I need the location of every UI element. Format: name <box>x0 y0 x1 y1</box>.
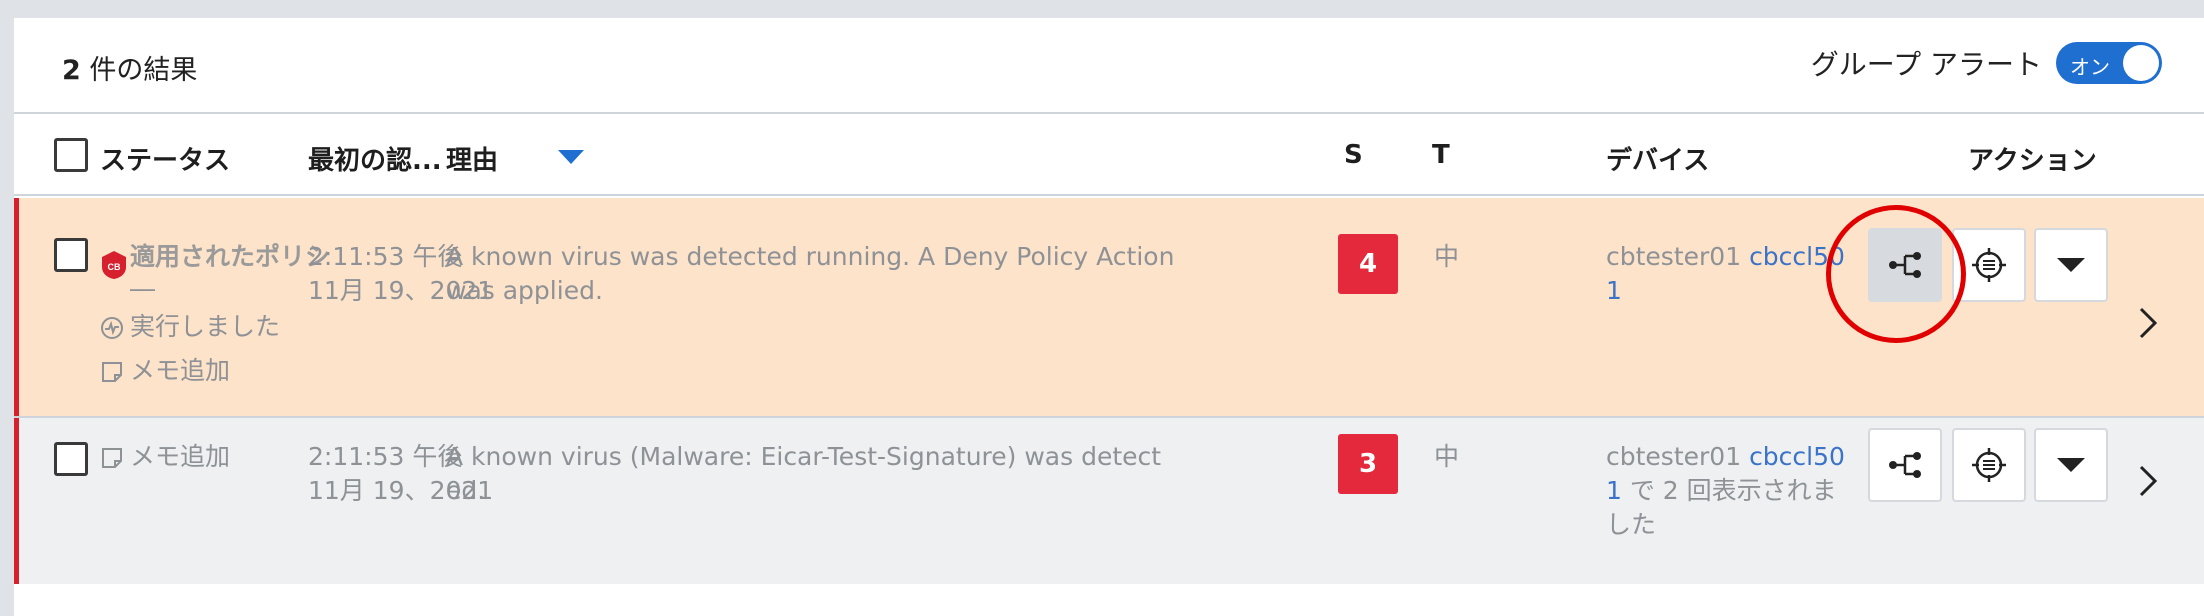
severity-badge: 3 <box>1338 434 1398 494</box>
select-all-checkbox[interactable] <box>54 138 88 172</box>
crosshair-icon <box>1972 448 2006 482</box>
alerts-panel: 2 件の結果 グループ アラート オン ステータス 最初の認... 理由 S T… <box>14 18 2204 616</box>
column-header-device[interactable]: デバイス <box>1606 140 1709 177</box>
device-link-cont[interactable]: 1 <box>1606 476 1622 505</box>
group-alert-toggle[interactable]: オン <box>2056 42 2162 84</box>
chevron-right-icon[interactable] <box>2138 464 2158 498</box>
results-number: 2 <box>62 55 81 86</box>
note-icon <box>102 448 122 468</box>
type-value: 中 <box>1434 442 1460 471</box>
process-tree-icon <box>1889 452 1921 478</box>
toggle-state-text: オン <box>2070 55 2110 79</box>
device-name: cbtester01 <box>1606 442 1742 471</box>
activity-icon <box>101 317 123 339</box>
investigate-button[interactable] <box>1952 428 2026 502</box>
device-cell: cbtester01 cbccl50 <box>1606 240 1845 274</box>
crosshair-icon <box>1972 248 2006 282</box>
more-actions-button[interactable] <box>2034 428 2108 502</box>
column-header-type[interactable]: T <box>1432 140 1450 170</box>
cb-shield-icon: CB <box>102 251 126 279</box>
results-count: 2 件の結果 <box>62 48 197 87</box>
reason-text: A known virus (Malware: Eicar-Test-Signa… <box>446 442 1162 471</box>
annotation-circle <box>1826 205 1966 343</box>
status-action-text: 実行しました <box>130 312 281 341</box>
group-alert-control: グループ アラート オン <box>1811 42 2162 84</box>
device-link[interactable]: cbccl50 <box>1749 442 1845 471</box>
add-memo-link[interactable]: メモ追加 <box>130 440 230 474</box>
row-severity-stripe <box>14 198 19 416</box>
svg-text:CB: CB <box>108 262 121 272</box>
row-checkbox[interactable] <box>54 238 88 272</box>
device-name: cbtester01 <box>1606 242 1742 271</box>
reason-text: A known virus was detected running. A De… <box>446 242 1175 271</box>
column-header-reason[interactable]: 理由 <box>446 140 498 177</box>
column-header-severity[interactable]: S <box>1344 140 1363 170</box>
add-memo-link[interactable]: メモ追加 <box>130 354 230 388</box>
severity-badge: 4 <box>1338 234 1398 294</box>
type-value: 中 <box>1434 242 1460 271</box>
reason-text-cont: ed. <box>446 476 486 505</box>
device-link-cont[interactable]: 1 <box>1606 274 1622 308</box>
reason-text-cont: was applied. <box>446 276 603 305</box>
device-repeat-text: で 2 回表示されま <box>1621 476 1837 505</box>
toggle-knob <box>2123 45 2159 81</box>
results-label: 件の結果 <box>80 55 198 86</box>
row-severity-stripe <box>14 418 19 584</box>
status-title[interactable]: 適用されたポリシ <box>130 240 330 274</box>
row-checkbox[interactable] <box>54 442 88 476</box>
table-row[interactable]: メモ追加 2:11:53 午後 11月 19、2021 A known viru… <box>14 418 2204 584</box>
group-alert-label: グループ アラート <box>1810 48 2042 81</box>
process-tree-button[interactable] <box>1868 428 1942 502</box>
device-cell-cont: 1 で 2 回表示されま <box>1606 474 1837 508</box>
status-title-cont: ― <box>130 274 155 303</box>
caret-down-icon <box>2057 258 2085 272</box>
caret-down-icon <box>2057 458 2085 472</box>
column-header-actions: アクション <box>1968 146 2097 176</box>
results-bar: 2 件の結果 グループ アラート オン <box>14 18 2204 114</box>
chevron-right-icon[interactable] <box>2138 306 2158 340</box>
table-header: ステータス 最初の認... 理由 S T デバイス アクション <box>14 116 2204 196</box>
column-header-first-seen[interactable]: 最初の認... <box>308 140 442 177</box>
device-repeat-text-cont: した <box>1606 510 1657 539</box>
note-icon <box>102 362 122 382</box>
column-header-status[interactable]: ステータス <box>100 140 230 177</box>
more-actions-button[interactable] <box>2034 228 2108 302</box>
first-seen-time: 2:11:53 午後 <box>308 442 463 471</box>
device-cell: cbtester01 cbccl50 <box>1606 440 1845 474</box>
sort-desc-icon[interactable] <box>558 150 584 164</box>
first-seen-time: 2:11:53 午後 <box>308 242 463 271</box>
